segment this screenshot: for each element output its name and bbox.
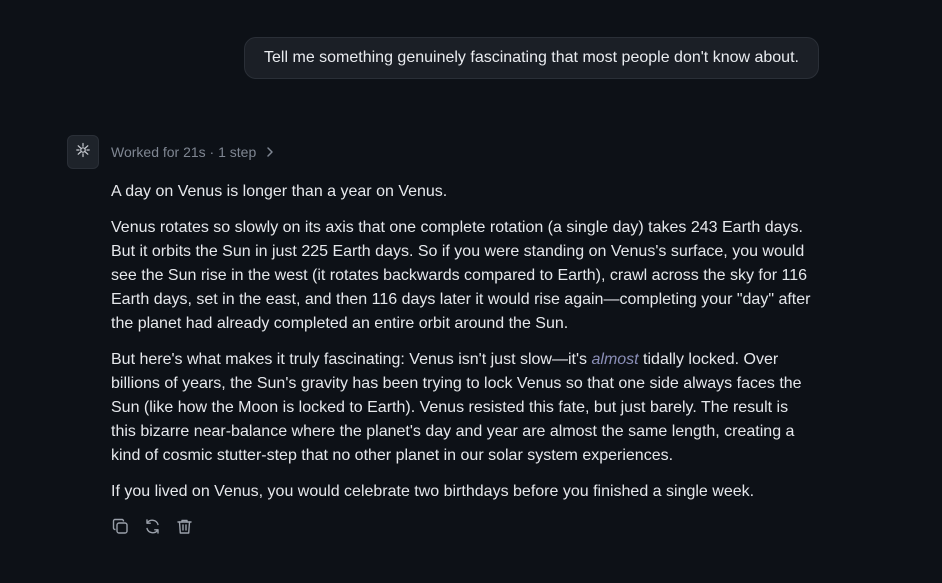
chevron-right-icon — [265, 146, 275, 158]
response-paragraph: A day on Venus is longer than a year on … — [111, 183, 448, 200]
response-paragraph: But here's what makes it truly fascinati… — [111, 348, 811, 468]
bot-icon — [75, 142, 91, 163]
delete-button[interactable] — [175, 517, 193, 535]
paragraph-text: But here's what makes it truly fascinati… — [111, 351, 592, 368]
chat-page: Tell me something genuinely fascinating … — [0, 0, 942, 583]
response-paragraph: If you lived on Venus, you would celebra… — [111, 483, 755, 500]
worked-status-toggle[interactable]: Worked for 21s · 1 step — [111, 143, 275, 161]
assistant-response: A day on Venus is longer than a year on … — [111, 180, 811, 516]
trash-icon — [176, 518, 193, 535]
copy-button[interactable] — [111, 517, 129, 535]
assistant-avatar — [67, 135, 99, 169]
copy-icon — [112, 518, 129, 535]
regenerate-icon — [144, 518, 161, 535]
response-paragraph: Venus rotates so slowly on its axis that… — [111, 219, 811, 332]
emphasized-word: almost — [591, 351, 639, 368]
user-message-bubble: Tell me something genuinely fascinating … — [244, 37, 819, 79]
message-actions — [111, 517, 193, 535]
regenerate-button[interactable] — [143, 517, 161, 535]
user-message-text: Tell me something genuinely fascinating … — [264, 49, 799, 66]
worked-status-text: Worked for 21s · 1 step — [111, 144, 257, 160]
